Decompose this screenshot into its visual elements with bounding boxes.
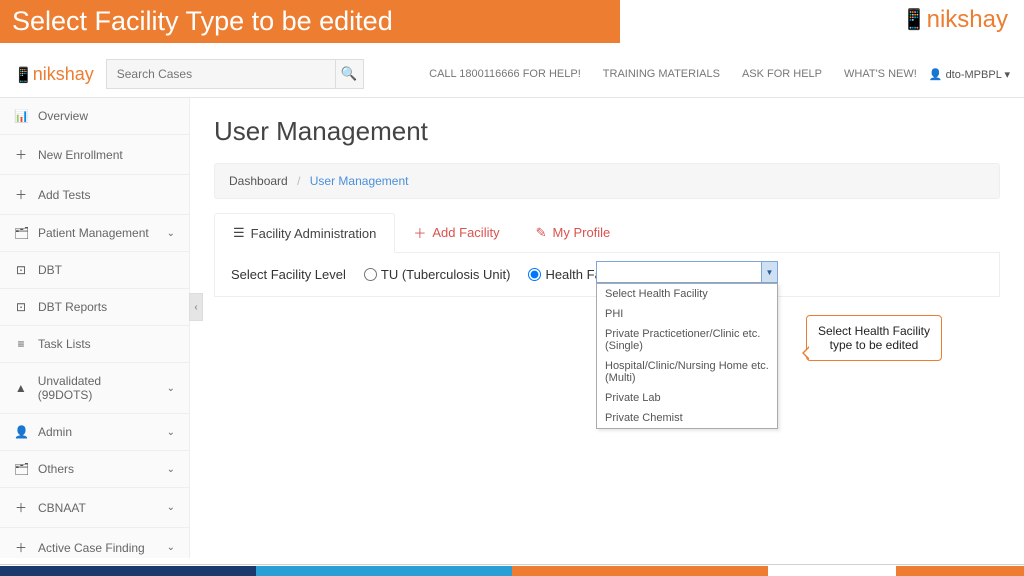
sidebar-item-label: CBNAAT (38, 501, 86, 515)
sidebar-item-4[interactable]: ⊡ DBT (0, 252, 189, 289)
dropdown-list: Select Health FacilityPHIPrivate Practic… (596, 283, 778, 429)
logo-top-right: 📱nikshay (902, 6, 1008, 34)
sidebar-item-9[interactable]: 🗂 Others ⌄ (0, 451, 189, 488)
topbar: 📱nikshay 🔍 CALL 1800116666 FOR HELP! TRA… (0, 51, 1024, 98)
caret-down-icon: ▾ (1004, 69, 1010, 81)
sidebar-item-label: Active Case Finding (38, 541, 145, 555)
dropdown-value (597, 262, 761, 282)
chevron-down-icon: ⌄ (167, 228, 175, 239)
banner-title: Select Facility Type to be edited (12, 6, 393, 36)
sidebar-item-5[interactable]: ⊡ DBT Reports (0, 289, 189, 326)
chevron-left-icon: ‹ (194, 302, 197, 313)
sidebar-item-10[interactable]: ＋ CBNAAT ⌄ (0, 488, 189, 528)
sidebar-icon: ＋ (14, 186, 28, 203)
nav-ask[interactable]: ASK FOR HELP (742, 68, 822, 80)
dropdown-option-3[interactable]: Hospital/Clinic/Nursing Home etc.(Multi) (597, 356, 777, 388)
dropdown-option-4[interactable]: Private Lab (597, 388, 777, 408)
breadcrumb-root[interactable]: Dashboard (229, 174, 288, 188)
chevron-down-icon: ⌄ (167, 502, 175, 513)
edit-icon: ✎ (536, 225, 547, 241)
dropdown-toggle[interactable]: ▼ (761, 262, 777, 282)
sidebar-item-label: Admin (38, 425, 72, 439)
plus-icon: ＋ (413, 223, 426, 242)
tabs: ☰ Facility Administration ＋ Add Facility… (214, 213, 1000, 253)
facility-level-label: Select Facility Level (231, 267, 346, 282)
phone-icon: 📱 (902, 9, 927, 31)
sidebar-item-6[interactable]: ≡ Task Lists (0, 326, 189, 363)
sidebar-icon: 👤 (14, 425, 28, 439)
breadcrumb: Dashboard / User Management (214, 163, 1000, 199)
search-input[interactable] (106, 59, 336, 89)
sidebar-icon: ＋ (14, 499, 28, 516)
sidebar-item-label: New Enrollment (38, 148, 123, 162)
nav-training[interactable]: TRAINING MATERIALS (603, 68, 720, 80)
tab-facility-admin[interactable]: ☰ Facility Administration (214, 213, 395, 253)
sidebar-item-label: Overview (38, 109, 88, 123)
topnav: CALL 1800116666 FOR HELP! TRAINING MATER… (429, 68, 917, 80)
user-icon: 👤 (929, 69, 943, 81)
chevron-down-icon: ⌄ (167, 542, 175, 553)
sidebar-icon: ≡ (14, 337, 28, 351)
search-icon: 🔍 (341, 66, 358, 81)
sidebar-item-0[interactable]: 📊 Overview (0, 98, 189, 135)
sidebar-item-label: Add Tests (38, 188, 90, 202)
sidebar-item-1[interactable]: ＋ New Enrollment (0, 135, 189, 175)
facility-type-dropdown: ▼ Select Health FacilityPHIPrivate Pract… (596, 261, 778, 429)
sidebar-icon: ＋ (14, 539, 28, 556)
sidebar-icon: 🗂 (14, 226, 28, 240)
sidebar-icon: ⊡ (14, 300, 28, 314)
dropdown-option-1[interactable]: PHI (597, 304, 777, 324)
sidebar-item-label: Others (38, 462, 74, 476)
sidebar-item-label: Unvalidated (99DOTS) (38, 374, 157, 402)
nav-call[interactable]: CALL 1800116666 FOR HELP! (429, 68, 581, 80)
chevron-down-icon: ⌄ (167, 383, 175, 394)
chevron-down-icon: ⌄ (167, 427, 175, 438)
search-wrap: 🔍 (106, 59, 364, 89)
sidebar-icon: ⊡ (14, 263, 28, 277)
sidebar-item-label: Patient Management (38, 226, 149, 240)
user-menu[interactable]: 👤 dto-MPBPL ▾ (929, 68, 1010, 81)
sidebar-icon: 📊 (14, 109, 28, 123)
tab-add-facility[interactable]: ＋ Add Facility (395, 213, 517, 252)
sidebar-item-label: DBT (38, 263, 62, 277)
tab-my-profile[interactable]: ✎ My Profile (518, 213, 629, 252)
sidebar-item-label: DBT Reports (38, 300, 107, 314)
radio-tu[interactable]: TU (Tuberculosis Unit) (364, 267, 511, 282)
sidebar-item-7[interactable]: ▲ Unvalidated (99DOTS) ⌄ (0, 363, 189, 414)
dropdown-option-2[interactable]: Private Practicetioner/Clinic etc.(Singl… (597, 324, 777, 356)
phone-icon: 📱 (14, 67, 33, 84)
sidebar-item-label: Task Lists (38, 337, 91, 351)
sidebar-item-3[interactable]: 🗂 Patient Management ⌄ (0, 215, 189, 252)
sidebar-item-11[interactable]: ＋ Active Case Finding ⌄ (0, 528, 189, 568)
chevron-down-icon: ⌄ (167, 464, 175, 475)
nav-whatsnew[interactable]: WHAT'S NEW! (844, 68, 917, 80)
search-button[interactable]: 🔍 (336, 59, 364, 89)
sidebar-icon: ＋ (14, 146, 28, 163)
list-icon: ☰ (233, 225, 245, 241)
sidebar-item-8[interactable]: 👤 Admin ⌄ (0, 414, 189, 451)
sidebar-icon: 🗂 (14, 462, 28, 476)
sidebar-collapse[interactable]: ‹ (189, 293, 203, 321)
dropdown-option-0[interactable]: Select Health Facility (597, 284, 777, 304)
callout-select-facility: Select Health Facility type to be edited (806, 315, 942, 361)
logo-top-left[interactable]: 📱nikshay (14, 64, 94, 85)
chevron-down-icon: ▼ (766, 268, 774, 277)
sidebar-icon: ▲ (14, 381, 28, 395)
dropdown-field[interactable]: ▼ (596, 261, 778, 283)
sidebar: 📊 Overview ＋ New Enrollment ＋ Add Tests 🗂 Patie… (0, 98, 190, 558)
footer-bar (0, 566, 1024, 576)
breadcrumb-current[interactable]: User Management (310, 174, 409, 188)
sidebar-item-2[interactable]: ＋ Add Tests (0, 175, 189, 215)
instruction-banner: Select Facility Type to be edited (0, 0, 620, 43)
dropdown-option-5[interactable]: Private Chemist (597, 408, 777, 428)
page-title: User Management (214, 116, 1000, 147)
